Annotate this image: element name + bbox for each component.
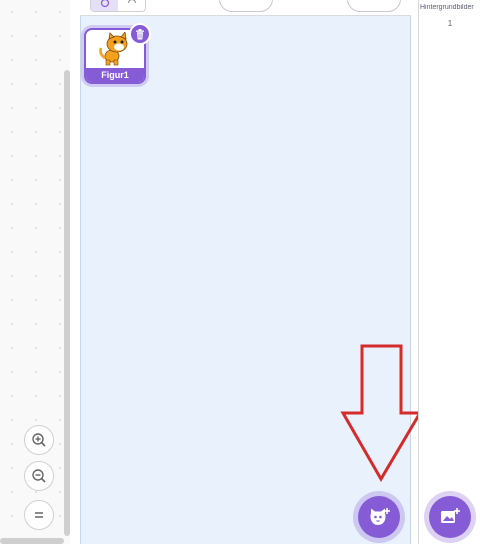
stage-selector-pane[interactable] <box>418 0 480 544</box>
choose-sprite-icon <box>370 508 390 525</box>
choose-sprite-button[interactable] <box>358 496 400 538</box>
direction-field[interactable] <box>347 0 401 12</box>
zoom-out-icon <box>32 469 46 483</box>
choose-backdrop-icon <box>441 508 460 523</box>
workspace-horizontal-scrollbar[interactable] <box>0 538 64 544</box>
view-toggle <box>90 0 146 12</box>
size-field[interactable] <box>219 0 273 12</box>
choose-backdrop-button[interactable] <box>429 496 471 538</box>
zoom-in-icon <box>32 433 46 447</box>
zoom-out-button[interactable] <box>24 461 54 491</box>
backdrops-label: Hintergrundbilder <box>420 4 474 11</box>
eye-icon <box>100 0 109 8</box>
trash-icon <box>136 28 144 39</box>
backdrop-count: 1 <box>447 19 453 28</box>
show-sprite-button[interactable] <box>91 0 118 11</box>
annotation-arrow <box>340 344 423 482</box>
workspace-vertical-scrollbar[interactable] <box>64 70 70 536</box>
eye-closed-icon <box>127 0 136 4</box>
hide-sprite-button[interactable] <box>118 0 145 11</box>
zoom-reset-button[interactable] <box>24 500 54 530</box>
zoom-reset-icon <box>35 512 43 518</box>
zoom-in-button[interactable] <box>24 425 54 455</box>
sprite-name-label: Figur1 <box>86 68 144 82</box>
delete-sprite-button[interactable] <box>129 23 151 45</box>
